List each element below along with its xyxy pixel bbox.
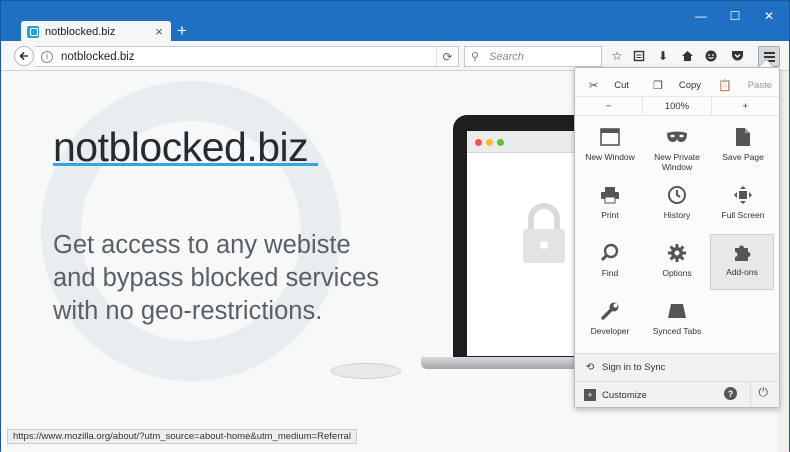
menu-history[interactable]: History [646,178,708,232]
title-underline [53,163,318,166]
reading-list-icon[interactable] [630,47,648,65]
menu-item-label: Print [601,210,619,220]
search-input[interactable]: ⚲ Search [464,46,602,67]
menu-full-screen[interactable]: Full Screen [712,178,774,232]
synced-tabs-icon [666,300,688,322]
menu-item-label: Options [662,268,692,278]
menu-options[interactable]: Options [646,236,708,290]
mask-icon [666,126,688,148]
browser-window: notblocked.biz × + — ☐ ✕ i notblocked.bi… [0,0,790,452]
home-icon[interactable] [678,47,696,65]
zoom-reset-button[interactable]: 100% [642,97,712,115]
gear-icon [666,242,688,264]
tab-notblocked[interactable]: notblocked.biz × [21,21,171,42]
menu-find[interactable]: Find [579,236,641,290]
minimize-button[interactable]: — [694,9,708,23]
menu-add-ons[interactable]: Add-ons [710,234,774,290]
cut-button[interactable]: ✂ Cut [575,79,643,92]
tagline-line-2: and bypass blocked services [53,264,380,292]
wrench-icon [599,300,621,322]
fullscreen-icon [732,184,754,206]
new-tab-button[interactable]: + [174,22,190,40]
footer-vdivider [750,381,751,407]
customize-label: Customize [602,389,647,401]
edit-controls: ✂ Cut ❐ Copy 📋 Paste [575,74,779,96]
quit-power-icon[interactable]: ⏻ [759,385,769,400]
menu-save-page[interactable]: Save Page [712,120,774,174]
reload-icon[interactable]: ⟳ [436,47,458,66]
laptop-dot-green [497,139,504,146]
search-placeholder: Search [489,50,524,63]
zoom-in-button[interactable]: + [712,97,779,115]
clipboard-icon: 📋 [718,79,732,92]
menu-item-label: Add-ons [726,267,758,277]
sign-in-label: Sign in to Sync [602,361,666,373]
customize-button[interactable]: + Customize [575,382,779,408]
back-button[interactable] [14,46,34,66]
tagline-line-3: with no geo-restrictions. [53,297,323,325]
maximize-button[interactable]: ☐ [728,9,742,23]
page-icon [732,126,754,148]
site-favicon-icon [27,25,39,38]
menu-new-window[interactable]: New Window [579,120,641,174]
laptop-browser-bar [467,131,583,153]
copy-button[interactable]: ❐ Copy [643,79,711,92]
menu-footer: ⟲ Sign in to Sync + Customize ? ⏻ [575,353,779,407]
paste-label: Paste [747,79,772,91]
page-tagline: Get access to any webiste and bypass blo… [53,229,413,328]
hamburger-icon [763,51,775,54]
tagline-line-1: Get access to any webiste [53,231,351,259]
copy-icon: ❐ [652,79,663,92]
zoom-controls: − 100% + [575,96,779,116]
cut-label: Cut [614,79,629,91]
sync-icon: ⟲ [585,361,595,373]
menu-synced-tabs[interactable]: Synced Tabs [646,294,708,348]
menu-item-label: Full Screen [721,210,765,220]
tab-strip: notblocked.biz × + — ☐ ✕ [1,1,789,42]
sign-in-to-sync-button[interactable]: ⟲ Sign in to Sync [575,354,779,380]
search-icon: ⚲ [471,51,480,63]
menu-developer[interactable]: Developer [579,294,641,348]
downloads-icon[interactable]: ⬇ [654,47,672,65]
hello-smiley-icon[interactable] [702,47,720,65]
site-info-icon[interactable]: i [41,50,53,63]
window-icon [599,126,621,148]
mouse-illustration [331,363,401,379]
menu-item-label: Find [601,268,619,278]
main-menu-panel: ✂ Cut ❐ Copy 📋 Paste − 100% + New Window Ne… [574,67,780,408]
pocket-icon[interactable] [728,47,746,65]
menu-item-label: Save Page [722,152,764,162]
tab-title: notblocked.biz [45,25,116,38]
menu-item-label: Synced Tabs [652,326,702,336]
menu-item-label: New Window [585,152,635,162]
help-button[interactable]: ? [724,387,737,400]
laptop-base [421,357,591,369]
close-window-button[interactable]: ✕ [762,9,776,23]
scissors-icon: ✂ [588,79,599,92]
tab-close-icon[interactable]: × [153,24,165,39]
magnifier-icon [599,242,621,264]
clock-icon [666,184,688,206]
menu-print[interactable]: Print [579,178,641,232]
paste-button[interactable]: 📋 Paste [711,79,779,92]
copy-label: Copy [678,79,702,91]
laptop-dot-red [475,139,482,146]
menu-item-label: New Private Window [654,152,700,172]
puzzle-icon [731,241,753,263]
customize-plus-icon: + [584,389,596,401]
menu-new-private-window[interactable]: New Private Window [646,120,708,174]
url-bar[interactable]: i notblocked.biz ⟳ [35,46,459,67]
laptop-dot-yellow [486,139,493,146]
back-arrow-icon [19,51,28,61]
padlock-icon [523,203,565,263]
bookmark-star-icon[interactable]: ☆ [608,47,626,65]
url-text[interactable]: notblocked.biz [61,51,436,63]
printer-icon [599,184,621,206]
menu-item-label: History [663,210,691,220]
status-bar: https://www.mozilla.org/about/?utm_sourc… [7,429,357,444]
menu-item-label: Developer [590,326,630,336]
zoom-out-button[interactable]: − [575,97,642,115]
